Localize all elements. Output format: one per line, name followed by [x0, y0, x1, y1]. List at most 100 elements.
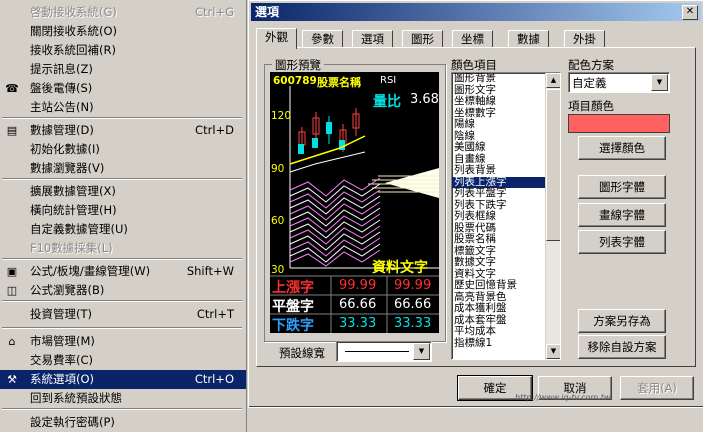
remove-scheme-button[interactable]: 移除自設方案 — [578, 335, 666, 359]
menu-separator — [2, 258, 242, 260]
menu-item[interactable]: 交易費率(C) — [0, 351, 246, 370]
menu-item-shortcut: Ctrl+T — [196, 307, 234, 321]
preview-row-value2: 66.66 — [394, 297, 432, 312]
color-item[interactable]: 平均成本 — [452, 325, 560, 338]
menu-item[interactable]: 擴展數據管理(X) — [0, 182, 246, 201]
menu-item-shortcut: Shift+W — [186, 264, 234, 278]
menu-item-label: 數據瀏覽器(V) — [30, 161, 105, 175]
color-item[interactable]: 歷史回憶背景 — [452, 279, 560, 292]
menu-item-label: 主站公告(N) — [30, 100, 94, 114]
color-item[interactable]: 坐標軸線 — [452, 95, 560, 108]
line-width-sample — [345, 351, 409, 352]
dialog-titlebar[interactable]: 選項 ✕ — [251, 3, 701, 21]
menu-item[interactable]: ⚒ 系統選項(O) Ctrl+O — [0, 370, 246, 389]
volume-profile — [368, 168, 439, 198]
choose-color-button[interactable]: 選擇顏色 — [578, 136, 666, 160]
menu-item[interactable]: 自定義數據管理(U) — [0, 220, 246, 239]
scheme-label: 配色方案 — [568, 58, 614, 72]
menu-item[interactable]: 關閉接收系統(O) — [0, 22, 246, 41]
indicator-bands — [289, 177, 381, 267]
volume-ratio-label: 量比 — [373, 94, 401, 110]
color-item[interactable]: 列表背景 — [452, 164, 560, 177]
menu-item[interactable]: 啓動接收系統(G) Ctrl+G — [0, 3, 246, 22]
preview-row-value2: 99.99 — [394, 278, 432, 293]
menu-item-label: 自定義數據管理(U) — [30, 222, 128, 236]
menu-item[interactable]: ▤ 數據管理(D) Ctrl+D — [0, 121, 246, 140]
menu-item[interactable]: ▣ 公式/板塊/畫線管理(W) Shift+W — [0, 262, 246, 281]
preview-row-label: 下跌字 — [272, 318, 314, 333]
menu-item[interactable]: F10數據採集(L) — [0, 239, 246, 258]
menu-separator — [2, 408, 242, 410]
menu-item-label: 交易費率(C) — [30, 353, 94, 367]
menu-item[interactable]: 數據瀏覽器(V) — [0, 159, 246, 178]
data-text-sample: 資料文字 — [372, 260, 428, 276]
menu-item-label: 提示訊息(Z) — [30, 62, 93, 76]
menu-item-label: F10數據採集(L) — [30, 241, 113, 255]
color-item[interactable]: 股票名稱 — [452, 233, 560, 246]
menu-item[interactable]: ☎ 盤後電傳(S) — [0, 79, 246, 98]
chevron-down-icon[interactable]: ▼ — [651, 74, 668, 91]
apply-button[interactable]: 套用(A) — [620, 376, 694, 400]
tab-2[interactable]: 選項 — [352, 30, 393, 48]
watermark: http://www.iq-tv.com.tw — [515, 393, 611, 402]
tab-0[interactable]: 外觀 — [256, 28, 297, 49]
menu-item[interactable]: ⌂ 市場管理(M) — [0, 332, 246, 351]
color-item[interactable]: 陽線 — [452, 118, 560, 131]
menu-item-shortcut: Ctrl+G — [194, 5, 234, 19]
color-items-scrollbar[interactable]: ▲ ▼ — [545, 73, 560, 359]
menu-item[interactable]: 投資管理(T) Ctrl+T — [0, 305, 246, 324]
tab-4[interactable]: 坐標 — [452, 30, 493, 48]
menu-item-label: 公式/板塊/畫線管理(W) — [30, 264, 151, 278]
menu-item[interactable]: 主站公告(N) — [0, 98, 246, 117]
color-items-list[interactable]: 圖形背景 圖形文字 坐標軸線 坐標數字 陽線 陰線 美國線 自畫線 列表背景 列表上漲字 列表平盤字… — [451, 72, 561, 360]
menu-item-label: 設定執行密碼(P) — [30, 415, 115, 429]
color-item[interactable]: 列表平盤字 — [452, 187, 560, 200]
tab-6[interactable]: 外掛 — [564, 30, 605, 48]
line-width-label: 預設線寬 — [279, 346, 325, 360]
dialog-title: 選項 — [255, 5, 280, 19]
y-tick-30: 30 — [271, 264, 285, 276]
chevron-down-icon[interactable]: ▼ — [413, 343, 430, 360]
color-item[interactable]: 指標線1 — [452, 337, 560, 350]
data-manager-icon: ▤ — [6, 124, 18, 137]
drawing-font-button[interactable]: 畫線字體 — [578, 203, 666, 227]
tools-icon: ⚒ — [7, 373, 17, 386]
tab-5[interactable]: 數據 — [508, 30, 549, 48]
menu-item[interactable]: ◫ 公式瀏覽器(B) — [0, 281, 246, 300]
save-scheme-button[interactable]: 方案另存為 — [578, 309, 666, 333]
color-item[interactable]: 數據文字 — [452, 256, 560, 269]
tab-3[interactable]: 圖形 — [402, 30, 443, 48]
color-item[interactable]: 成本獲利盤 — [452, 302, 560, 315]
menu-item-label: 盤後電傳(S) — [30, 81, 93, 95]
chart-preview: 600789 股票名稱 RSI 量比 3.68 120 90 60 30 資料文… — [270, 72, 439, 333]
menu-item[interactable]: 橫向統計管理(H) — [0, 201, 246, 220]
preview-row-label: 上漲字 — [272, 280, 314, 296]
tab-1[interactable]: 參數 — [302, 30, 343, 48]
color-item[interactable]: 列表框線 — [452, 210, 560, 223]
preview-row-value2: 33.33 — [394, 316, 432, 331]
menu-item[interactable]: 回到系統預設狀態 — [0, 389, 246, 408]
menu-item[interactable]: 設定執行密碼(P) — [0, 413, 246, 432]
menu-item-label: 關閉接收系統(O) — [30, 24, 118, 38]
home-icon: ⌂ — [8, 335, 16, 348]
preview-row-value1: 33.33 — [339, 316, 377, 331]
scroll-up-icon[interactable]: ▲ — [546, 73, 560, 88]
menu-item-shortcut: Ctrl+D — [195, 123, 234, 137]
menu-item[interactable]: 接收系統回補(R) — [0, 41, 246, 60]
scheme-select[interactable]: 自定義 ▼ — [568, 72, 670, 93]
color-item[interactable]: 美國線 — [452, 141, 560, 154]
menu-item-label: 系統選項(O) — [30, 372, 95, 386]
scroll-down-icon[interactable]: ▼ — [546, 344, 560, 359]
y-tick-120: 120 — [271, 110, 292, 122]
menu-item-label: 擴展數據管理(X) — [30, 184, 116, 198]
menu-item-label: 啓動接收系統(G) — [30, 5, 117, 19]
line-width-select[interactable]: ▼ — [336, 341, 432, 362]
scroll-thumb[interactable] — [546, 89, 560, 241]
menu-item-label: 橫向統計管理(H) — [30, 203, 117, 217]
close-icon[interactable]: ✕ — [682, 5, 698, 20]
color-item[interactable]: 圖形背景 — [452, 73, 560, 85]
list-font-button[interactable]: 列表字體 — [578, 230, 666, 254]
menu-item[interactable]: 初始化數據(I) — [0, 140, 246, 159]
menu-item[interactable]: 提示訊息(Z) — [0, 60, 246, 79]
graph-font-button[interactable]: 圖形字體 — [578, 175, 666, 199]
